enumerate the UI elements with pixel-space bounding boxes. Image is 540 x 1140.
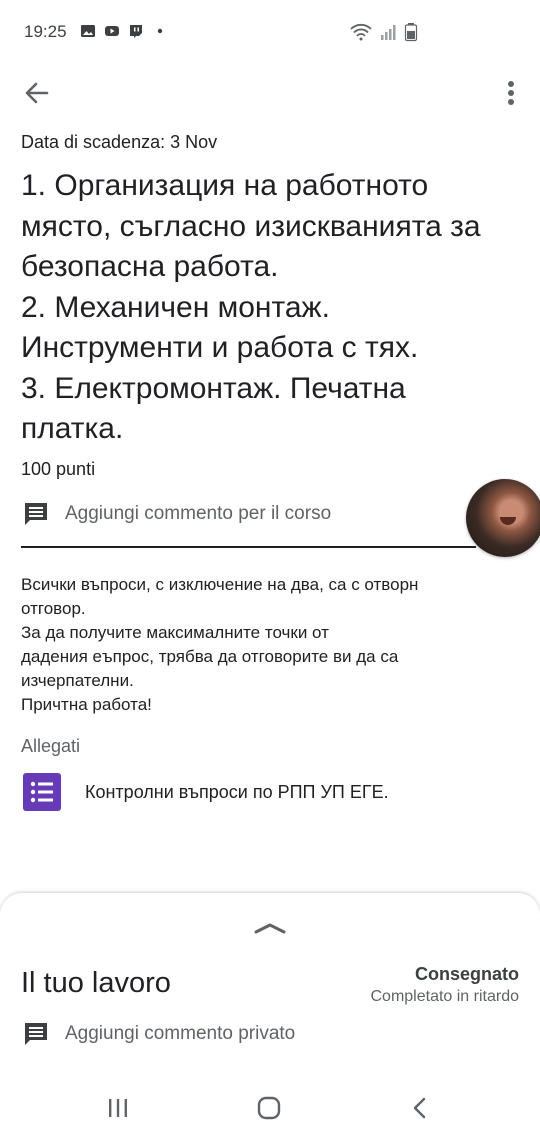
battery-icon (404, 23, 418, 42)
description-line: изчерпателни. (21, 671, 134, 690)
private-comment-field[interactable]: Aggiungi commento privato (22, 1020, 295, 1048)
submission-status: Consegnato (414, 964, 519, 984)
more-options-button[interactable] (498, 76, 524, 110)
wifi-icon (350, 23, 372, 41)
description-line: Всички въпроси, с изключение на два, са … (21, 575, 419, 594)
title-line: 1. Организация на работното (21, 169, 429, 202)
comment-field-underline (21, 546, 476, 548)
dot-icon (157, 28, 163, 34)
title-line: 3. Електромонтаж. Печатна (21, 371, 406, 405)
private-comment-placeholder: Aggiungi commento privato (65, 1023, 296, 1044)
comment-icon (25, 1023, 47, 1045)
attachments-heading: Allegati (21, 736, 81, 756)
submission-substatus: Completato in ritardo (370, 988, 519, 1005)
description-line: Причтна работа! (21, 695, 152, 714)
description-line: За да получите максималните точки от (21, 623, 329, 642)
assignment-title: 1. Организация на работното място, съгла… (21, 166, 526, 450)
title-line: платка. (21, 412, 124, 445)
title-line: 2. Механичен монтаж. (21, 290, 330, 324)
more-vert-icon (508, 81, 514, 105)
title-line: безопасна работа. (21, 250, 279, 283)
recent-apps-icon (109, 1099, 127, 1117)
title-line: място, съгласно изискванията за (21, 209, 481, 243)
class-comment-field[interactable]: Aggiungi commento per il corso (22, 500, 331, 528)
description-line: отговор. (21, 599, 86, 618)
attachment-item[interactable]: Контролни въпроси по РПП УП ЕГЕ. (23, 773, 389, 811)
status-system-icons (350, 22, 418, 42)
home-button[interactable] (256, 1096, 282, 1120)
title-line: Инструменти и работа с тях. (21, 331, 419, 364)
due-date: Data di scadenza: 3 Nov (21, 132, 218, 152)
google-forms-icon (23, 773, 61, 811)
assignment-description: Всички въпроси, с изключение на два, са … (21, 573, 531, 717)
expand-sheet-handle[interactable] (252, 920, 288, 936)
back-icon (413, 1097, 426, 1119)
your-work-title: Il tuo lavoro (21, 967, 171, 999)
arrow-back-icon (25, 82, 49, 104)
youtube-icon (105, 26, 119, 36)
twitch-icon (130, 25, 142, 38)
description-line: дадения еъпрос, трябва да отговорите ви … (21, 647, 399, 666)
recent-apps-button[interactable] (106, 1097, 130, 1119)
comment-icon (25, 503, 47, 525)
back-button[interactable] (20, 76, 54, 110)
avatar[interactable] (466, 479, 540, 557)
nav-back-button[interactable] (410, 1096, 430, 1120)
status-notification-icons (80, 24, 168, 38)
class-comment-placeholder: Aggiungi commento per il corso (65, 503, 332, 524)
points: 100 punti (21, 459, 96, 479)
attachment-title: Контролни въпроси по РПП УП ЕГЕ. (85, 781, 389, 802)
signal-icon (381, 25, 396, 40)
home-icon (257, 1096, 281, 1120)
chevron-up-icon (254, 923, 286, 934)
image-icon (81, 25, 95, 37)
status-time: 19:25 (24, 22, 67, 41)
